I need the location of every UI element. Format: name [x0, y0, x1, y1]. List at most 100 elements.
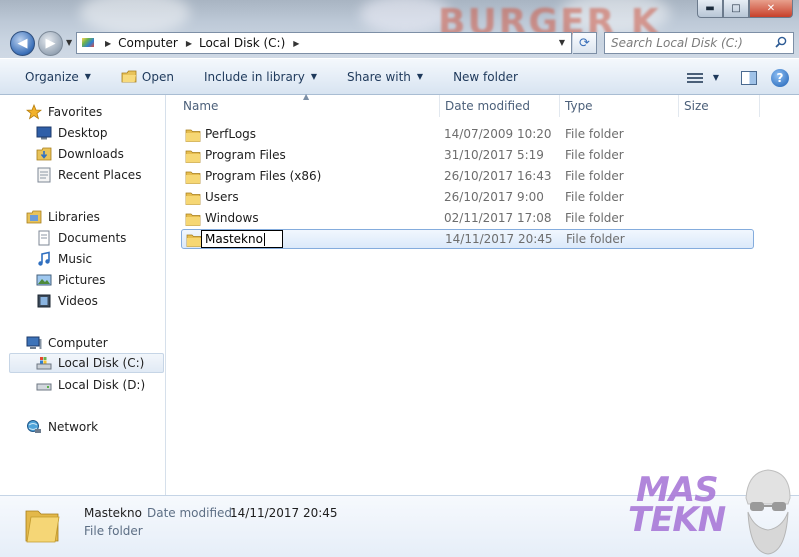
window-title-bar: BURGER K ▬ □ ✕ ◀ ▶ ▼ ▶ Computer ▶ Local … [0, 0, 799, 58]
table-row[interactable]: Windows 02/11/2017 17:08 File folder [181, 209, 754, 229]
share-with-button[interactable]: Share with ▼ [347, 70, 423, 84]
folder-icon [185, 192, 201, 205]
drive-icon [36, 383, 52, 391]
chevron-down-icon: ▼ [416, 72, 424, 81]
recent-pages-dropdown[interactable]: ▼ [66, 38, 72, 47]
breadcrumb-computer[interactable]: Computer [118, 36, 178, 50]
nav-videos[interactable]: Videos [36, 291, 98, 311]
file-name: Program Files [205, 148, 286, 162]
nav-music[interactable]: Music [36, 249, 92, 269]
recent-places-icon [37, 167, 51, 183]
rename-input-value: Mastekno [205, 232, 263, 246]
search-input[interactable]: Search Local Disk (C:) [604, 32, 794, 54]
details-date-value: 14/11/2017 20:45 [230, 506, 338, 520]
organize-label: Organize [25, 69, 79, 84]
address-history-dropdown[interactable]: ▼ [559, 38, 565, 47]
maximize-button[interactable]: □ [723, 0, 749, 18]
change-view-icon[interactable] [686, 72, 705, 84]
minimize-button[interactable]: ▬ [697, 0, 723, 18]
forward-button[interactable]: ▶ [38, 31, 63, 56]
include-in-library-button[interactable]: Include in library ▼ [204, 70, 317, 84]
music-note-icon [38, 251, 50, 266]
details-file-type: File folder [84, 524, 143, 538]
folder-icon [185, 213, 201, 226]
column-header-name[interactable]: Name [178, 95, 438, 117]
nav-computer[interactable]: Computer [26, 333, 108, 353]
chevron-down-icon: ▼ [84, 72, 91, 81]
nav-recent-places[interactable]: Recent Places [36, 165, 141, 185]
chevron-right-icon[interactable]: ▶ [186, 39, 192, 48]
column-name-label: Name [183, 99, 219, 113]
column-header-date-modified[interactable]: Date modified [440, 95, 560, 117]
nav-computer-label: Computer [48, 336, 108, 350]
folder-icon [186, 234, 202, 247]
watermark-logo: MAS TEKN [628, 466, 799, 557]
address-bar[interactable]: ▶ Computer ▶ Local Disk (C:) ▶ ▼ [76, 32, 572, 54]
nav-network[interactable]: Network [26, 417, 98, 437]
file-type: File folder [566, 232, 625, 246]
help-icon[interactable]: ? [771, 68, 789, 87]
chevron-down-icon[interactable]: ▼ [713, 73, 719, 82]
nav-pictures[interactable]: Pictures [36, 270, 106, 290]
new-folder-label: New folder [453, 69, 518, 84]
search-icon[interactable] [775, 36, 787, 48]
nav-recent-places-label: Recent Places [58, 168, 142, 182]
file-type: File folder [565, 127, 624, 141]
chevron-right-icon[interactable]: ▶ [293, 39, 299, 48]
table-row[interactable]: PerfLogs 14/07/2009 10:20 File folder [181, 125, 754, 145]
arrow-left-icon: ◀ [17, 36, 28, 51]
text-caret [263, 233, 265, 246]
windows-drive-icon [36, 357, 52, 370]
star-icon [26, 104, 42, 120]
nav-local-disk-c-label: Local Disk (C:) [58, 356, 145, 370]
close-button[interactable]: ✕ [749, 0, 793, 18]
nav-favorites[interactable]: Favorites [26, 102, 102, 122]
share-with-label: Share with [347, 69, 411, 84]
column-header-size[interactable]: Size [679, 95, 759, 117]
chevron-down-icon: ▼ [310, 72, 317, 81]
downloads-folder-icon [36, 147, 52, 161]
table-row[interactable]: Users 26/10/2017 9:00 File folder [181, 188, 754, 208]
open-button[interactable]: Open [121, 70, 174, 84]
nav-libraries[interactable]: Libraries [26, 207, 100, 227]
details-date-label: Date modified: [147, 506, 237, 520]
column-date-label: Date modified [445, 99, 531, 113]
chevron-right-icon[interactable]: ▶ [105, 39, 111, 48]
back-button[interactable]: ◀ [10, 31, 35, 56]
table-row[interactable]: Program Files 31/10/2017 5:19 File folde… [181, 146, 754, 166]
desktop-icon [36, 126, 52, 140]
large-folder-icon [25, 510, 60, 543]
computer-icon [81, 36, 97, 50]
include-in-library-label: Include in library [203, 69, 305, 84]
toolbar-right: ▼ ? [686, 59, 799, 96]
nav-local-disk-d[interactable]: Local Disk (D:) [36, 375, 145, 395]
column-divider[interactable] [759, 95, 760, 117]
breadcrumb-local-disk-c[interactable]: Local Disk (C:) [199, 36, 285, 50]
details-file-name: Mastekno [84, 506, 142, 520]
refresh-button[interactable]: ⟳ [573, 32, 597, 54]
nav-videos-label: Videos [58, 294, 98, 308]
file-date: 26/10/2017 16:43 [444, 169, 552, 183]
refresh-icon: ⟳ [579, 35, 590, 51]
search-placeholder: Search Local Disk (C:) [611, 36, 743, 50]
organize-button[interactable]: Organize ▼ [25, 70, 91, 84]
nav-downloads[interactable]: Downloads [36, 144, 124, 164]
bearded-face-icon [745, 469, 791, 555]
rename-input[interactable]: Mastekno [201, 230, 283, 248]
computer-icon [26, 336, 42, 349]
preview-pane-icon[interactable] [741, 70, 757, 85]
open-label: Open [141, 69, 174, 84]
new-folder-button[interactable]: New folder [453, 70, 518, 84]
nav-music-label: Music [58, 252, 93, 266]
file-type: File folder [565, 211, 624, 225]
folder-icon [185, 171, 201, 184]
nav-documents[interactable]: Documents [36, 228, 126, 248]
file-type: File folder [565, 190, 624, 204]
network-icon [27, 420, 41, 433]
nav-local-disk-c[interactable]: Local Disk (C:) [9, 353, 164, 373]
column-header-type[interactable]: Type [560, 95, 678, 117]
table-row[interactable]: Program Files (x86) 26/10/2017 16:43 Fil… [181, 167, 754, 187]
nav-pictures-label: Pictures [58, 273, 106, 287]
table-row-selected[interactable]: Mastekno 14/11/2017 20:45 File folder [181, 229, 754, 249]
nav-desktop[interactable]: Desktop [36, 123, 108, 143]
